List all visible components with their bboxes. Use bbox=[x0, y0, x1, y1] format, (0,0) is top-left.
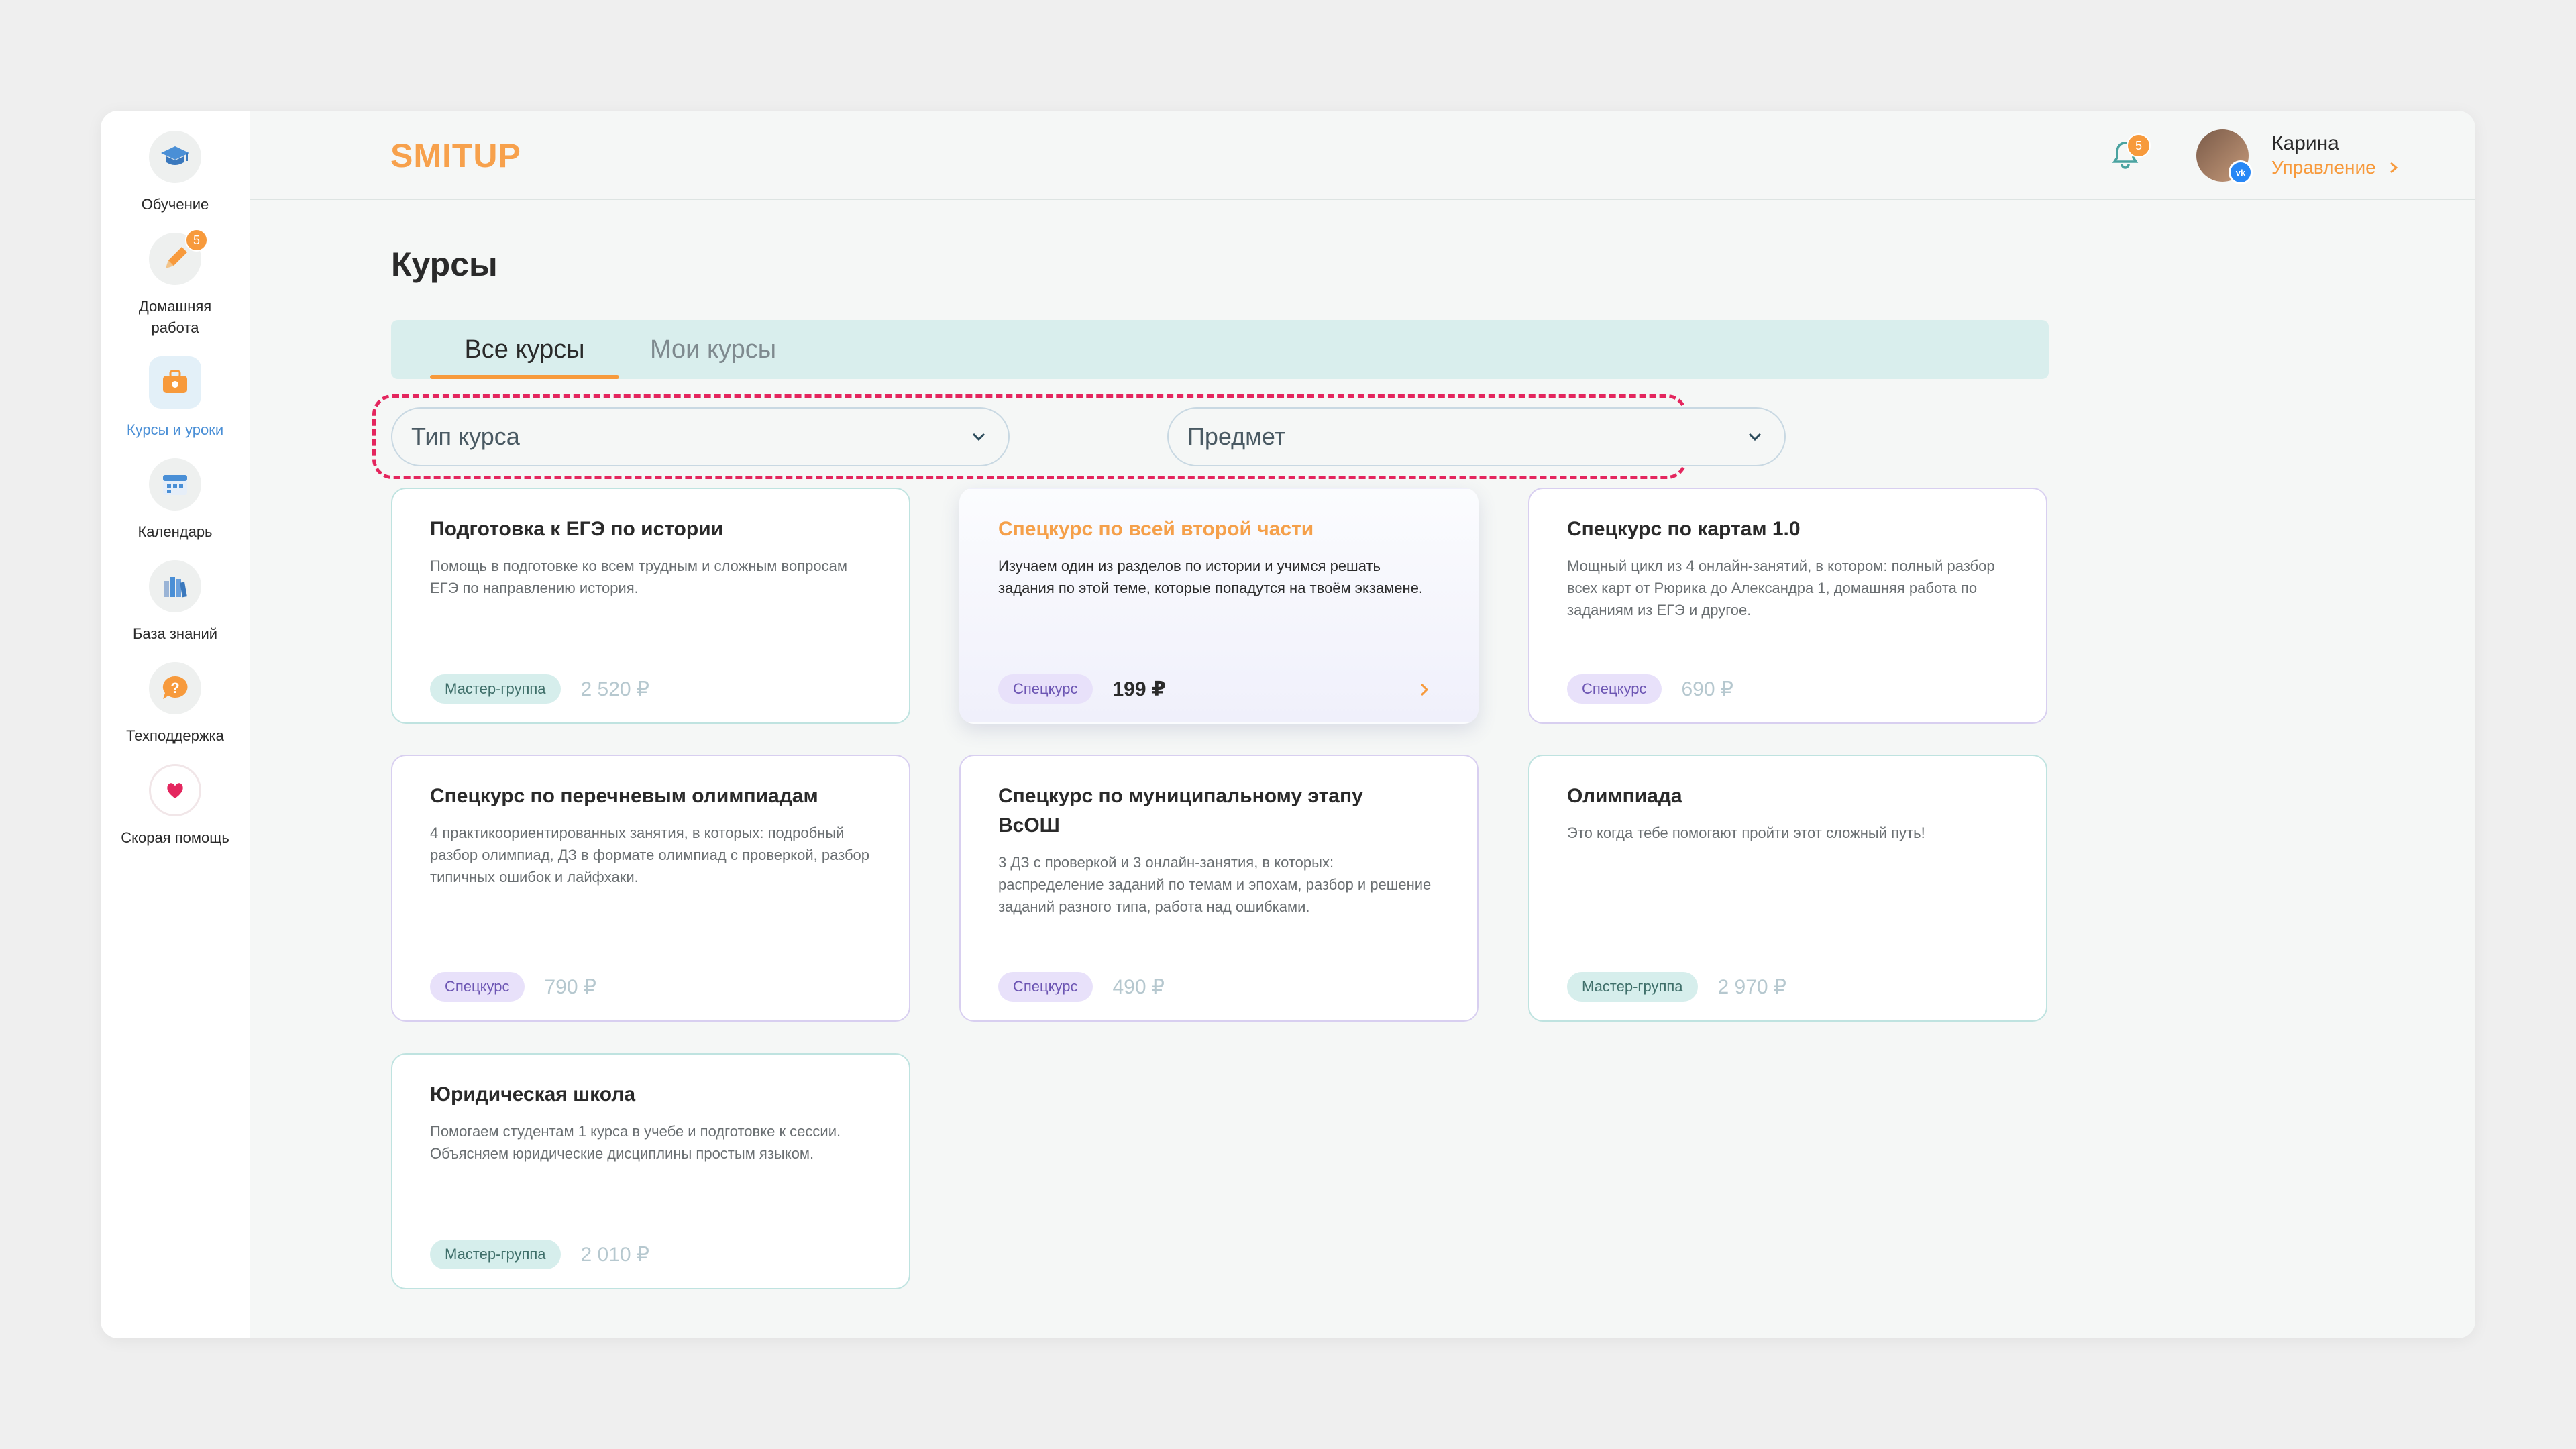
course-tabs: Все курсы Мои курсы bbox=[391, 320, 2049, 379]
briefcase-icon bbox=[149, 356, 201, 409]
logo[interactable]: SMITUP bbox=[390, 136, 521, 175]
course-title: Спецкурс по картам 1.0 bbox=[1567, 518, 1801, 540]
course-card[interactable]: Спецкурс по картам 1.0 Мощный цикл из 4 … bbox=[1528, 488, 2047, 724]
course-card[interactable]: Олимпиада Это когда тебе помогают пройти… bbox=[1528, 755, 2047, 1022]
course-price: 790 ₽ bbox=[544, 975, 596, 998]
top-header: SMITUP 5 vk Карина Управление bbox=[250, 111, 2475, 200]
pencil-icon: 5 bbox=[149, 229, 208, 285]
manage-link[interactable]: Управление bbox=[2271, 156, 2400, 180]
course-card[interactable]: Спецкурс по всей второй части Изучаем од… bbox=[959, 488, 1479, 724]
notifications-button[interactable]: 5 bbox=[2112, 133, 2151, 176]
course-card[interactable]: Спецкурс по перечневым олимпиадам 4 прак… bbox=[391, 755, 910, 1022]
sidebar: Обучение 5 Домашняя работа Курсы и уроки… bbox=[101, 111, 250, 1338]
question-bubble-icon: ? bbox=[149, 662, 201, 714]
course-description: Изучаем один из разделов по истории и уч… bbox=[998, 557, 1424, 596]
sidebar-item-homework[interactable]: 5 Домашняя работа bbox=[101, 229, 250, 339]
course-tag: Спецкурс bbox=[430, 972, 525, 1002]
course-title: Спецкурс по муниципальному этапу ВсОШ bbox=[998, 785, 1363, 837]
course-card[interactable]: Спецкурс по муниципальному этапу ВсОШ 3 … bbox=[959, 755, 1479, 1022]
course-description: 4 практикоориентированных занятия, в кот… bbox=[430, 824, 870, 885]
course-card[interactable]: Юридическая школа Помогаем студентам 1 к… bbox=[391, 1053, 910, 1289]
sidebar-item-emergency[interactable]: Скорая помощь bbox=[101, 764, 250, 849]
course-type-select[interactable]: Тип курса bbox=[391, 407, 1010, 466]
course-price: 199 ₽ bbox=[1112, 678, 1166, 700]
notifications-badge: 5 bbox=[2127, 133, 2151, 158]
page-title: Курсы bbox=[391, 246, 498, 283]
course-tag: Спецкурс bbox=[1567, 674, 1662, 704]
books-icon bbox=[149, 560, 201, 612]
course-type-placeholder: Тип курса bbox=[411, 423, 520, 450]
course-tag: Мастер-группа bbox=[1567, 972, 1698, 1002]
avatar: vk bbox=[2196, 129, 2253, 184]
course-price: 2 970 ₽ bbox=[1717, 975, 1787, 998]
chevron-right-icon[interactable] bbox=[1417, 682, 1432, 697]
course-title: Спецкурс по перечневым олимпиадам bbox=[430, 785, 818, 807]
course-title: Юридическая школа bbox=[430, 1083, 636, 1106]
sidebar-item-courses[interactable]: Курсы и уроки bbox=[101, 356, 250, 441]
graduation-cap-icon bbox=[149, 131, 201, 183]
course-title: Спецкурс по всей второй части bbox=[998, 518, 1314, 540]
course-card[interactable]: Подготовка к ЕГЭ по истории Помощь в под… bbox=[391, 488, 910, 724]
sidebar-item-support[interactable]: ? Техподдержка bbox=[101, 662, 250, 747]
sidebar-item-label: Обучение bbox=[141, 196, 209, 213]
sidebar-item-knowledge-base[interactable]: База знаний bbox=[101, 560, 250, 645]
course-price: 2 010 ₽ bbox=[580, 1243, 650, 1266]
sidebar-item-label: Курсы и уроки bbox=[126, 421, 224, 438]
sidebar-item-learning[interactable]: Обучение bbox=[101, 131, 250, 215]
course-description: Это когда тебе помогают пройти этот слож… bbox=[1567, 824, 1925, 841]
homework-badge: 5 bbox=[185, 229, 208, 252]
user-menu[interactable]: vk Карина Управление bbox=[2196, 129, 2400, 184]
course-description: 3 ДЗ с проверкой и 3 онлайн-занятия, в к… bbox=[998, 854, 1432, 915]
sidebar-item-label: База знаний bbox=[132, 625, 218, 642]
course-price: 490 ₽ bbox=[1112, 975, 1165, 998]
tab-my-courses[interactable]: Мои курсы bbox=[646, 320, 780, 379]
chevron-down-icon bbox=[972, 433, 985, 441]
course-tag: Спецкурс bbox=[998, 674, 1093, 704]
course-description: Помощь в подготовке ко всем трудным и сл… bbox=[430, 557, 847, 596]
sidebar-item-calendar[interactable]: Календарь bbox=[101, 458, 250, 543]
user-name: Карина bbox=[2271, 132, 2339, 154]
subject-select[interactable]: Предмет bbox=[1167, 407, 1786, 466]
sidebar-item-label: Домашняя работа bbox=[138, 298, 212, 336]
vk-icon: vk bbox=[2229, 160, 2253, 184]
course-tag: Мастер-группа bbox=[430, 674, 561, 704]
tab-all-courses[interactable]: Все курсы bbox=[430, 320, 619, 379]
course-price: 690 ₽ bbox=[1681, 678, 1733, 700]
sidebar-item-label: Скорая помощь bbox=[121, 829, 229, 846]
calendar-icon bbox=[149, 458, 201, 511]
subject-placeholder: Предмет bbox=[1187, 423, 1286, 450]
heart-icon bbox=[149, 764, 201, 816]
sidebar-item-label: Календарь bbox=[138, 523, 213, 540]
chevron-down-icon bbox=[1748, 433, 1762, 441]
chevron-right-icon bbox=[2390, 162, 2398, 174]
sidebar-item-label: Техподдержка bbox=[126, 727, 224, 744]
course-tag: Спецкурс bbox=[998, 972, 1093, 1002]
svg-text:?: ? bbox=[170, 680, 179, 696]
course-tag: Мастер-группа bbox=[430, 1240, 561, 1269]
manage-link-label: Управление bbox=[2271, 157, 2376, 178]
course-description: Помогаем студентам 1 курса в учебе и под… bbox=[430, 1123, 841, 1162]
course-price: 2 520 ₽ bbox=[580, 678, 650, 700]
course-title: Подготовка к ЕГЭ по истории bbox=[430, 518, 724, 540]
course-title: Олимпиада bbox=[1567, 785, 1682, 807]
app-window: Обучение 5 Домашняя работа Курсы и уроки… bbox=[101, 111, 2475, 1338]
course-description: Мощный цикл из 4 онлайн-занятий, в котор… bbox=[1567, 557, 1995, 619]
